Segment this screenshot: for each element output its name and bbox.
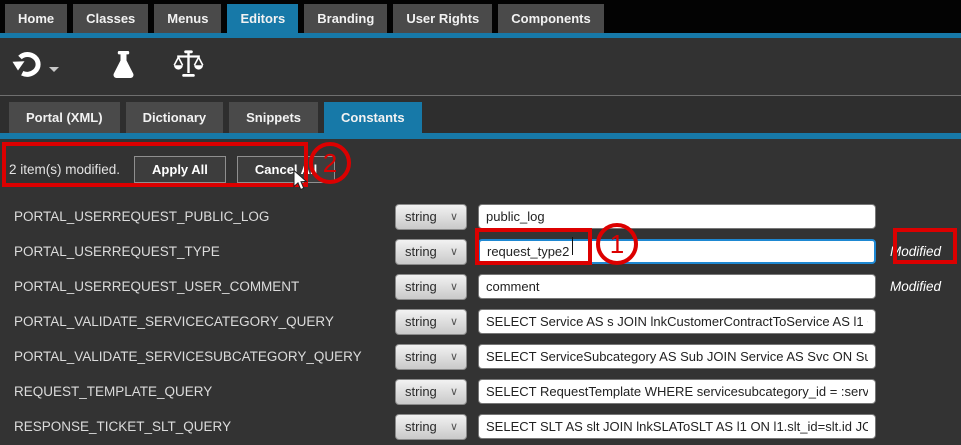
mouse-cursor: [293, 170, 309, 197]
editor-toolbar: [0, 38, 961, 95]
compare-scales-button[interactable]: [172, 49, 205, 84]
undo-button[interactable]: [12, 51, 59, 83]
tab-home[interactable]: Home: [5, 4, 67, 33]
tab-branding[interactable]: Branding: [304, 4, 387, 33]
tab-user-rights[interactable]: User Rights: [393, 4, 492, 33]
constant-name: PORTAL_VALIDATE_SERVICECATEGORY_QUERY: [0, 314, 395, 329]
type-select-value: string: [405, 209, 437, 224]
type-select-value: string: [405, 244, 437, 259]
chevron-down-icon: ∨: [450, 280, 458, 293]
chevron-down-icon: ∨: [450, 245, 458, 258]
tab-dictionary[interactable]: Dictionary: [126, 102, 224, 133]
type-select[interactable]: string ∨: [395, 204, 467, 230]
constant-name: PORTAL_USERREQUEST_TYPE: [0, 244, 395, 259]
tab-classes[interactable]: Classes: [73, 4, 148, 33]
constant-value-input[interactable]: [478, 344, 876, 369]
constant-value-input[interactable]: [478, 204, 876, 229]
tab-portal-xml[interactable]: Portal (XML): [9, 102, 120, 133]
constant-name: REQUEST_TEMPLATE_QUERY: [0, 384, 395, 399]
scales-icon: [172, 49, 205, 84]
constant-row: PORTAL_USERREQUEST_PUBLIC_LOG string ∨: [0, 199, 961, 234]
undo-icon: [12, 51, 42, 83]
constant-value-input[interactable]: [478, 274, 876, 299]
constant-row: REQUEST_TEMPLATE_QUERY string ∨: [0, 374, 961, 409]
constants-panel: 2 item(s) modified. Apply All Cancel All…: [0, 139, 961, 445]
modified-badge: Modified: [890, 279, 941, 294]
modified-action-bar: 2 item(s) modified. Apply All Cancel All: [0, 139, 961, 185]
type-select-value: string: [405, 279, 437, 294]
editor-sub-tab-bar: Portal (XML) Dictionary Snippets Constan…: [0, 96, 961, 133]
chevron-down-icon: ∨: [450, 350, 458, 363]
constant-row: PORTAL_USERREQUEST_USER_COMMENT string ∨…: [0, 269, 961, 304]
tab-menus[interactable]: Menus: [154, 4, 221, 33]
modified-badge: Modified: [890, 244, 941, 259]
apply-all-button[interactable]: Apply All: [134, 156, 226, 183]
constant-value-input[interactable]: [478, 414, 876, 439]
type-select-value: string: [405, 419, 437, 434]
tab-constants[interactable]: Constants: [324, 102, 422, 133]
constant-row: PORTAL_VALIDATE_SERVICECATEGORY_QUERY st…: [0, 304, 961, 339]
constant-name: PORTAL_USERREQUEST_PUBLIC_LOG: [0, 209, 395, 224]
constant-row: RESPONSE_TICKET_SLT_QUERY string ∨: [0, 409, 961, 444]
constants-list: PORTAL_USERREQUEST_PUBLIC_LOG string ∨ P…: [0, 199, 961, 444]
tab-editors[interactable]: Editors: [227, 4, 298, 33]
type-select[interactable]: string ∨: [395, 414, 467, 440]
constant-name: PORTAL_VALIDATE_SERVICESUBCATEGORY_QUERY: [0, 349, 395, 364]
test-flask-button[interactable]: [111, 50, 136, 84]
type-select[interactable]: string ∨: [395, 344, 467, 370]
cancel-all-button[interactable]: Cancel All: [237, 156, 335, 183]
constant-name: PORTAL_USERREQUEST_USER_COMMENT: [0, 279, 395, 294]
chevron-down-icon: ∨: [450, 385, 458, 398]
type-select[interactable]: string ∨: [395, 239, 467, 265]
type-select[interactable]: string ∨: [395, 309, 467, 335]
type-select-value: string: [405, 349, 437, 364]
constant-value-input-focused[interactable]: [478, 239, 876, 264]
modified-status-text: 2 item(s) modified.: [9, 162, 120, 177]
constant-name: RESPONSE_TICKET_SLT_QUERY: [0, 419, 395, 434]
constant-row: PORTAL_VALIDATE_SERVICESUBCATEGORY_QUERY…: [0, 339, 961, 374]
constant-value-input[interactable]: [478, 379, 876, 404]
undo-dropdown-caret-icon[interactable]: [49, 67, 59, 72]
flask-icon: [111, 50, 136, 84]
tab-components[interactable]: Components: [498, 4, 603, 33]
type-select[interactable]: string ∨: [395, 274, 467, 300]
constant-value-input[interactable]: [478, 309, 876, 334]
editors-constants-page: Home Classes Menus Editors Branding User…: [0, 0, 961, 445]
tab-snippets[interactable]: Snippets: [229, 102, 318, 133]
chevron-down-icon: ∨: [450, 210, 458, 223]
text-cursor: [572, 237, 573, 255]
constant-row: PORTAL_USERREQUEST_TYPE string ∨ Modifie…: [0, 234, 961, 269]
type-select[interactable]: string ∨: [395, 379, 467, 405]
chevron-down-icon: ∨: [450, 315, 458, 328]
chevron-down-icon: ∨: [450, 420, 458, 433]
main-tab-bar: Home Classes Menus Editors Branding User…: [0, 0, 961, 33]
type-select-value: string: [405, 384, 437, 399]
type-select-value: string: [405, 314, 437, 329]
